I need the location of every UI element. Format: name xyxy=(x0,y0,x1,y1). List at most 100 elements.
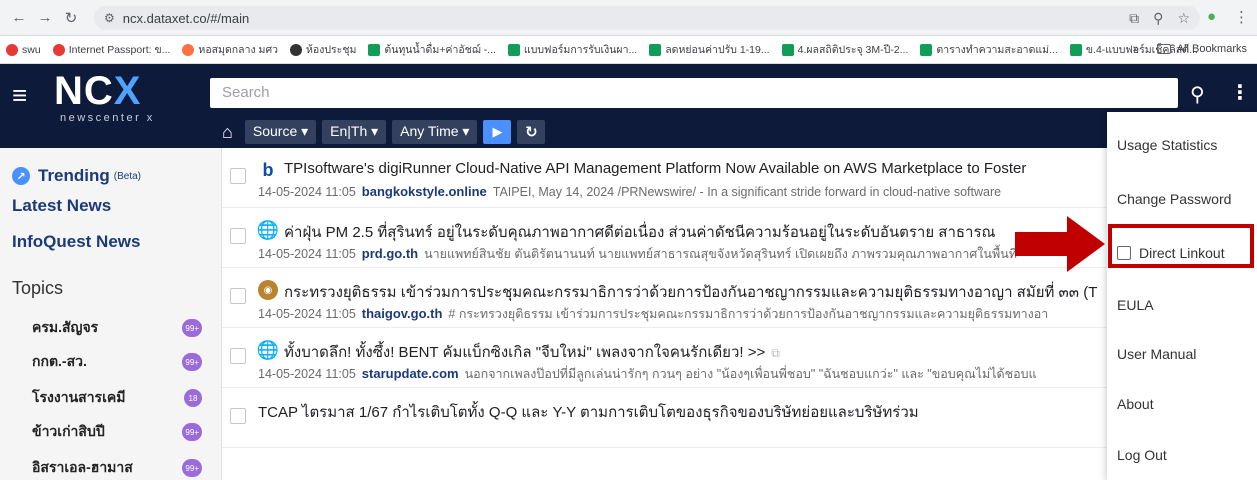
topic-count-badge: 99+ xyxy=(182,423,202,441)
logo-text: NC xyxy=(54,69,114,113)
filter-toolbar: ⌂ Source ▾ En|Th ▾ Any Time ▾ ▶ ↻ xyxy=(222,120,546,144)
bookmark-item[interactable]: Internet Passport: ข... xyxy=(52,41,171,58)
news-source[interactable]: thaigov.go.th xyxy=(362,306,443,321)
news-source[interactable]: prd.go.th xyxy=(362,246,418,261)
bookmark-item[interactable]: ลดหย่อนค่าปรับ 1-19... xyxy=(649,41,770,58)
news-checkbox[interactable] xyxy=(230,168,246,184)
all-bookmarks-button[interactable]: All Bookmarks xyxy=(1156,43,1247,55)
topic-item[interactable]: โรงงานสารเคมี 18 xyxy=(32,388,202,408)
news-row[interactable]: b TPIsoftware's digiRunner Cloud-Native A… xyxy=(222,148,1257,208)
sidebar-item-infoquest-news[interactable]: InfoQuest News xyxy=(12,232,140,252)
news-row[interactable]: TCAP ไตรมาส 1/67 กำไรเติบโตทั้ง Q-Q และ … xyxy=(222,388,1257,448)
language-dropdown[interactable]: En|Th ▾ xyxy=(322,120,387,144)
news-checkbox[interactable] xyxy=(230,228,246,244)
bookmark-favicon-icon xyxy=(182,43,195,56)
home-icon[interactable]: ⌂ xyxy=(222,122,233,143)
topic-label: ครม.สัญจร xyxy=(32,319,99,335)
topic-count-badge: 99+ xyxy=(182,353,202,371)
news-headline[interactable]: TCAP ไตรมาส 1/67 กำไรเติบโตทั้ง Q-Q และ … xyxy=(258,400,1238,424)
folder-icon xyxy=(1156,44,1171,55)
search-input[interactable]: Search xyxy=(210,78,1178,108)
highlight-box xyxy=(1108,224,1254,268)
topic-item[interactable]: ครม.สัญจร 99+ xyxy=(32,318,202,338)
news-meta: 14-05-2024 11:05 starupdate.com นอกจากเพลง… xyxy=(258,364,1248,384)
bookmark-star-icon[interactable]: ☆ xyxy=(1177,10,1190,27)
topic-item[interactable]: อิสราเอล-ฮามาส 99+ xyxy=(32,458,202,478)
news-snippet: TAIPEI, May 14, 2024 /PRNewswire/ - In a… xyxy=(492,185,1002,199)
sidebar: ↗ Trending (Beta) Latest News InfoQuest … xyxy=(0,148,222,480)
news-meta: 14-05-2024 11:05 thaigov.go.th # กระทรวงยุ… xyxy=(258,304,1248,324)
bookmark-item[interactable]: swu xyxy=(6,43,41,56)
bookmark-item[interactable]: แบบฟอร์มการรับเงินผา... xyxy=(507,41,638,58)
news-snippet: นอกจากเพลงป๊อปที่มีลูกเล่นน่ารักๆ กวนๆ อ… xyxy=(464,367,1037,381)
headline-text: ค่าฝุ่น PM 2.5 ที่สุรินทร์ อยู่ในระดับคุ… xyxy=(284,224,996,241)
trending-icon: ↗ xyxy=(12,167,30,185)
bookmark-label: ต้นทุนน้ำดื่ม+ค่าอัชฌ์ -... xyxy=(384,44,496,56)
external-link-icon[interactable]: ⧉ xyxy=(771,346,780,360)
search-icon[interactable]: ⚲ xyxy=(1190,82,1205,107)
all-bookmarks-label: All Bookmarks xyxy=(1176,43,1247,55)
bookmark-favicon-icon xyxy=(920,43,933,56)
bookmarks-right: » All Bookmarks xyxy=(1133,43,1247,55)
menu-item-log-out[interactable]: Log Out xyxy=(1107,440,1257,470)
news-source[interactable]: bangkokstyle.online xyxy=(362,184,487,199)
news-date: 14-05-2024 11:05 xyxy=(258,367,356,381)
bookmark-favicon-icon xyxy=(507,43,520,56)
forward-icon[interactable]: → xyxy=(32,5,58,31)
beta-label: (Beta) xyxy=(113,170,142,182)
menu-item-user-manual[interactable]: User Manual xyxy=(1107,339,1257,369)
menu-item-eula[interactable]: EULA xyxy=(1107,290,1257,320)
news-source[interactable]: starupdate.com xyxy=(362,366,459,381)
bookmark-label: swu xyxy=(22,43,41,56)
reload-icon[interactable]: ↻ xyxy=(58,5,84,31)
menu-item-about[interactable]: About xyxy=(1107,389,1257,419)
news-checkbox[interactable] xyxy=(230,348,246,364)
install-app-icon[interactable]: ⧉ xyxy=(1129,10,1139,27)
zoom-icon[interactable]: ⚲ xyxy=(1153,10,1163,27)
source-dropdown[interactable]: Source ▾ xyxy=(244,120,317,144)
news-snippet: นายแพทย์สินชัย ตันติรัตนานนท์ นายแพทย์สา… xyxy=(424,247,1017,261)
back-icon[interactable]: ← xyxy=(6,5,32,31)
headline-text: ทั้งบาดลึก! ทั้งซึ้ง! BENT คัมแบ็กซิงเกิ… xyxy=(284,344,766,361)
globe-icon: 🌐 xyxy=(256,219,280,240)
news-date: 14-05-2024 11:05 xyxy=(258,185,356,199)
sidebar-item-trending[interactable]: ↗ Trending (Beta) xyxy=(12,166,141,186)
topic-label: อิสราเอล-ฮามาส xyxy=(32,459,133,475)
trending-label: Trending xyxy=(38,166,110,185)
bangkokstyle-favicon-icon: b xyxy=(258,160,278,180)
news-checkbox[interactable] xyxy=(230,408,246,424)
site-info-icon[interactable]: ⚙ xyxy=(104,11,115,25)
bookmark-item[interactable]: 4.ผลสถิติประจุ 3M-ปี-2... xyxy=(781,41,908,58)
news-checkbox[interactable] xyxy=(230,288,246,304)
topic-item[interactable]: ข้าวเก่าสิบปี 99+ xyxy=(32,422,202,442)
bookmark-item[interactable]: ห้องประชุม xyxy=(290,41,356,58)
more-options-icon[interactable]: ⋮ xyxy=(1230,80,1250,105)
bookmark-item[interactable]: หอสมุดกลาง มศว xyxy=(182,41,278,58)
news-row[interactable]: ◉ กระทรวงยุติธรรม เข้าร่วมการประชุมคณะกรร… xyxy=(222,268,1257,328)
sidebar-item-latest-news[interactable]: Latest News xyxy=(12,196,111,216)
ncx-logo[interactable]: NCX xyxy=(54,70,141,112)
app-header: ≡ NCX newscenter x Search ⚲ ⋮ ⌂ Source ▾… xyxy=(0,64,1257,148)
topic-item[interactable]: กกต.-สว. 99+ xyxy=(32,352,202,372)
menu-item-change-password[interactable]: Change Password xyxy=(1107,184,1257,214)
play-icon[interactable]: ▶ xyxy=(483,120,512,144)
hamburger-menu-icon[interactable]: ≡ xyxy=(12,82,27,108)
bookmark-item[interactable]: ตารางทำความสะอาดแม่... xyxy=(920,41,1058,58)
menu-item-label: EULA xyxy=(1117,297,1154,313)
topics-heading: Topics xyxy=(12,278,64,298)
news-row[interactable]: 🌐 ทั้งบาดลึก! ทั้งซึ้ง! BENT คัมแบ็กซิงเก… xyxy=(222,328,1257,388)
bookmark-label: แบบฟอร์มการรับเงินผา... xyxy=(523,44,638,56)
menu-item-usage-statistics[interactable]: Usage Statistics xyxy=(1107,130,1257,160)
refresh-icon[interactable]: ↻ xyxy=(517,120,546,144)
menu-item-label: User Manual xyxy=(1117,346,1197,362)
bookmark-item[interactable]: ต้นทุนน้ำดื่ม+ค่าอัชฌ์ -... xyxy=(368,41,496,58)
bookmark-label: Internet Passport: ข... xyxy=(68,44,171,56)
news-meta: 14-05-2024 11:05 bangkokstyle.online TAIPE… xyxy=(258,184,1248,199)
time-dropdown[interactable]: Any Time ▾ xyxy=(392,120,478,144)
bookmark-label: หอสมุดกลาง มศว xyxy=(198,44,279,56)
more-bookmarks-button[interactable]: » xyxy=(1133,43,1139,55)
chrome-menu-icon[interactable]: ⋮ xyxy=(1234,8,1249,26)
profile-icon[interactable]: ● xyxy=(1207,8,1216,26)
news-date: 14-05-2024 11:05 xyxy=(258,307,356,321)
url-bar[interactable]: ⚙ ncx.dataxet.co/#/main ⧉ ⚲ ☆ xyxy=(94,6,1200,30)
